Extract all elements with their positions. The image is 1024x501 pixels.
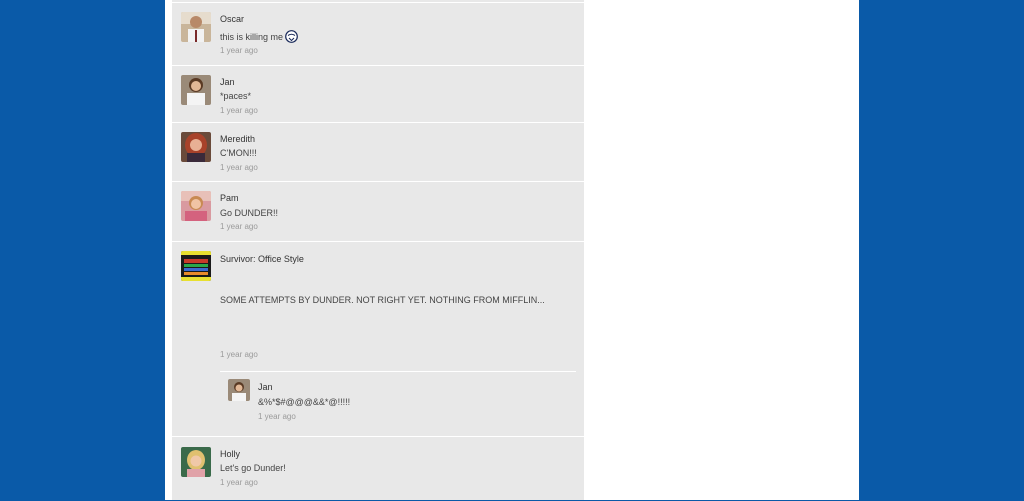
comment-text: *paces* <box>220 91 252 101</box>
comment-author[interactable]: Survivor: Office Style <box>220 254 304 264</box>
comment-author[interactable]: Meredith <box>220 134 255 144</box>
reply-timestamp: 1 year ago <box>258 412 296 421</box>
avatar[interactable] <box>228 379 250 401</box>
comment-author[interactable]: Pam <box>220 193 239 203</box>
comment-timestamp: 1 year ago <box>220 222 258 231</box>
comment-timestamp: 1 year ago <box>220 106 258 115</box>
comment-timestamp: 1 year ago <box>220 350 258 359</box>
comment-item: Meredith C'MON!!! 1 year ago <box>172 122 584 182</box>
avatar[interactable] <box>181 132 211 162</box>
comment-timestamp: 1 year ago <box>220 163 258 172</box>
comment-text: SOME ATTEMPTS BY DUNDER. NOT RIGHT YET. … <box>220 295 545 305</box>
comment-author[interactable]: Oscar <box>220 14 244 24</box>
comment-text-body: this is killing me <box>220 32 284 42</box>
reply-author[interactable]: Jan <box>258 382 273 392</box>
avatar[interactable] <box>181 447 211 477</box>
comment-text: C'MON!!! <box>220 148 257 158</box>
reply-text: &%*$#@@@&&*@!!!!! <box>258 397 351 407</box>
comment-text: Let's go Dunder! <box>220 463 286 473</box>
comment-item: Holly Let's go Dunder! 1 year ago <box>172 436 584 501</box>
avatar[interactable] <box>181 191 211 221</box>
avatar[interactable] <box>181 251 211 281</box>
comment-text: this is killing me <box>220 30 298 45</box>
avatar[interactable] <box>181 75 211 105</box>
comment-item: Survivor: Office Style SOME ATTEMPTS BY … <box>172 241 584 437</box>
comment-text: Go DUNDER!! <box>220 208 279 218</box>
comment-timestamp: 1 year ago <box>220 46 258 55</box>
comment-item: Oscar this is killing me 1 year ago <box>172 2 584 66</box>
comment-timestamp: 1 year ago <box>220 478 258 487</box>
comment-author[interactable]: Jan <box>220 77 235 87</box>
reply-item: Jan &%*$#@@@&&*@!!!!! 1 year ago <box>220 372 576 432</box>
comment-item: Pam Go DUNDER!! 1 year ago <box>172 181 584 242</box>
avatar[interactable] <box>181 12 211 42</box>
reaction-emoji-icon <box>285 30 298 45</box>
comment-author[interactable]: Holly <box>220 449 240 459</box>
comment-item: Jan *paces* 1 year ago <box>172 65 584 123</box>
comment-feed: Oscar this is killing me 1 year ago Jan … <box>172 0 584 500</box>
